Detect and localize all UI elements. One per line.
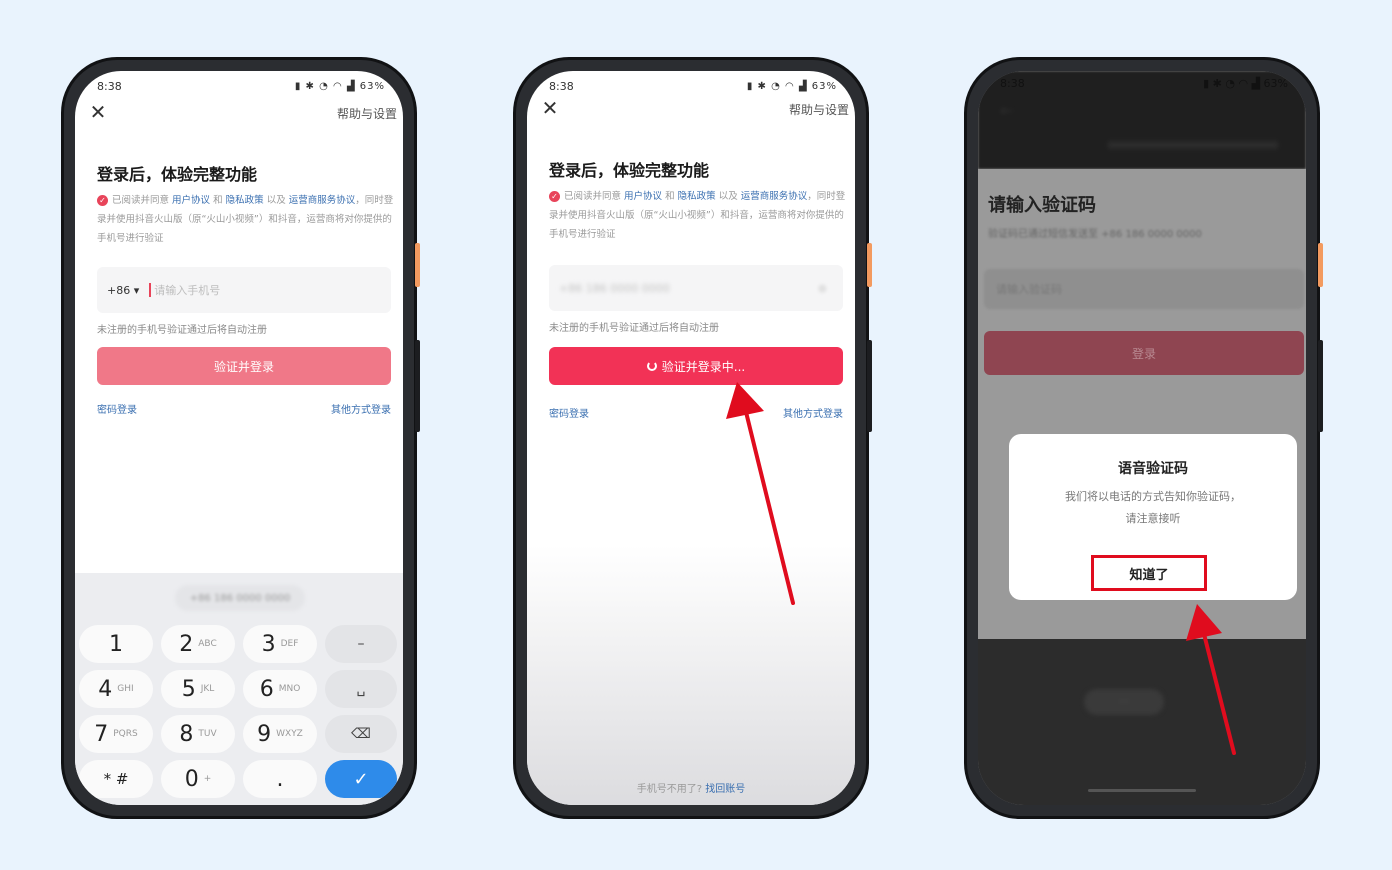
power-button (867, 340, 872, 432)
status-battery: ▮ ✱ ◔ ◠ ▟ 63% (1203, 77, 1288, 90)
key-3[interactable]: 3 DEF (243, 625, 317, 663)
key-5[interactable]: 5 JKL (161, 670, 235, 708)
close-icon[interactable]: ✕ (539, 97, 561, 119)
other-login-link[interactable]: 其他方式登录 (783, 405, 843, 420)
verify-login-button[interactable]: 验证并登录中... (549, 347, 843, 385)
numeric-keyboard: +86 186 0000 0000 1 2 ABC 3 DEF – 4 GHI 5 JK… (75, 573, 403, 805)
key-9[interactable]: 9 WXYZ (243, 715, 317, 753)
volume-button (415, 243, 420, 287)
login-options: 密码登录 其他方式登录 (549, 405, 843, 420)
country-code-select[interactable]: +86 ▾ (107, 284, 139, 297)
key-8[interactable]: 8 TUV (161, 715, 235, 753)
status-battery: ▮ ✱ ◔ ◠ ▟ 63% (746, 80, 837, 92)
keyboard-suggestion[interactable]: +86 186 0000 0000 (175, 585, 305, 611)
home-indicator (1088, 789, 1196, 792)
key-minus[interactable]: – (325, 625, 397, 663)
user-agreement-link[interactable]: 用户协议 (172, 195, 210, 206)
blurred-header-bar (1108, 141, 1278, 149)
page-title: 登录后，体验完整功能 (97, 165, 258, 184)
blurred-header-text: ← (1000, 101, 1014, 120)
login-button[interactable]: 登录 (984, 331, 1304, 375)
power-button (1318, 340, 1323, 432)
screen-fade (527, 545, 855, 805)
dialog-title: 语音验证码 (1118, 461, 1188, 477)
code-input[interactable]: 请输入验证码 (984, 269, 1304, 309)
blurred-pill: ··· (1084, 689, 1164, 715)
agreement-text: ✓ 已阅读并同意 用户协议 和 隐私政策 以及 运营商服务协议，同时登录并使用抖音… (97, 195, 394, 244)
key-2[interactable]: 2 ABC (161, 625, 235, 663)
phone-screen-3: ← 8:38 ▮ ✱ ◔ ◠ ▟ 63% 请输入验证码 验证码已通过短信发送至 … (978, 71, 1306, 805)
volume-button (1318, 243, 1323, 287)
key-6[interactable]: 6 MNO (243, 670, 317, 708)
phone-input[interactable]: +86 186 0000 0000 ⊗ (549, 265, 843, 311)
dialog-message-2: 请注意接听 (1125, 512, 1181, 525)
power-button (415, 340, 420, 432)
page-title: 请输入验证码 (988, 195, 1096, 216)
key-0[interactable]: 0 + (161, 760, 235, 798)
privacy-link[interactable]: 隐私政策 (226, 195, 264, 206)
register-hint: 未注册的手机号验证通过后将自动注册 (549, 323, 719, 334)
check-icon[interactable]: ✓ (97, 195, 108, 206)
password-login-link[interactable]: 密码登录 (97, 401, 137, 416)
page-title: 登录后，体验完整功能 (549, 161, 710, 180)
key-4[interactable]: 4 GHI (79, 670, 153, 708)
dimmed-footer: ··· (978, 639, 1306, 805)
register-hint: 未注册的手机号验证通过后将自动注册 (97, 325, 267, 336)
user-agreement-link[interactable]: 用户协议 (624, 191, 662, 202)
help-settings-link[interactable]: 帮助与设置 (789, 101, 849, 118)
phone-screen-2: 8:38 ▮ ✱ ◔ ◠ ▟ 63% ✕ 帮助与设置 登录后，体验完整功能 ✓ 已… (527, 71, 855, 805)
account-recovery: 手机号不用了? 找回账号 (636, 784, 746, 795)
key-1[interactable]: 1 (79, 625, 153, 663)
status-bar: 8:38 ▮ ✱ ◔ ◠ ▟ 63% (1000, 77, 1288, 95)
keyboard-grid: 1 2 ABC 3 DEF – 4 GHI 5 JKL 6 MNO ␣ 7 PQRS 8 TU… (79, 625, 401, 798)
page-subtitle: 验证码已通过短信发送至 +86 186 0000 0000 (988, 229, 1202, 240)
status-bar: 8:38 ▮ ✱ ◔ ◠ ▟ 63% (97, 77, 385, 95)
volume-button (867, 243, 872, 287)
phone-frame-3: ← 8:38 ▮ ✱ ◔ ◠ ▟ 63% 请输入验证码 验证码已通过短信发送至 … (964, 57, 1323, 819)
status-bar: 8:38 ▮ ✱ ◔ ◠ ▟ 63% (549, 77, 837, 95)
login-options: 密码登录 其他方式登录 (97, 401, 391, 416)
help-settings-link[interactable]: 帮助与设置 (337, 105, 397, 122)
status-time: 8:38 (549, 79, 574, 93)
dialog-message: 我们将以电话的方式告知你验证码， (1065, 490, 1241, 503)
clear-icon[interactable]: ⊗ (818, 282, 827, 295)
status-time: 8:38 (97, 79, 122, 93)
key-star-hash[interactable]: * # (79, 760, 153, 798)
phone-frame-1: 8:38 ▮ ✱ ◔ ◠ ▟ 63% ✕ 帮助与设置 登录后，体验完整功能 ✓ 已… (61, 57, 420, 819)
check-icon[interactable]: ✓ (549, 191, 560, 202)
close-icon[interactable]: ✕ (87, 101, 109, 123)
agreement-text: ✓ 已阅读并同意 用户协议 和 隐私政策 以及 运营商服务协议，同时登录并使用抖音… (549, 191, 846, 240)
password-login-link[interactable]: 密码登录 (549, 405, 589, 420)
carrier-link[interactable]: 运营商服务协议 (289, 195, 356, 206)
verify-login-button[interactable]: 验证并登录 (97, 347, 391, 385)
carrier-link[interactable]: 运营商服务协议 (741, 191, 808, 202)
backspace-key-icon[interactable]: ⌫ (325, 715, 397, 753)
key-dot[interactable]: . (243, 760, 317, 798)
voice-code-dialog: 语音验证码 我们将以电话的方式告知你验证码， 请注意接听 知道了 (1009, 434, 1297, 600)
phone-value: +86 186 0000 0000 (559, 281, 670, 295)
loading-spinner-icon (646, 361, 657, 371)
confirm-key-icon[interactable]: ✓ (325, 760, 397, 798)
privacy-link[interactable]: 隐私政策 (678, 191, 716, 202)
phone-screen-1: 8:38 ▮ ✱ ◔ ◠ ▟ 63% ✕ 帮助与设置 登录后，体验完整功能 ✓ 已… (75, 71, 403, 805)
text-cursor (149, 283, 152, 297)
phone-input[interactable]: +86 ▾ 请输入手机号 (97, 267, 391, 313)
phone-placeholder: 请输入手机号 (154, 284, 221, 297)
status-battery: ▮ ✱ ◔ ◠ ▟ 63% (294, 80, 385, 92)
got-it-button[interactable]: 知道了 (1091, 555, 1207, 591)
recover-account-link[interactable]: 找回账号 (705, 784, 745, 795)
space-key-icon[interactable]: ␣ (325, 670, 397, 708)
phone-frame-2: 8:38 ▮ ✱ ◔ ◠ ▟ 63% ✕ 帮助与设置 登录后，体验完整功能 ✓ 已… (513, 57, 872, 819)
status-time: 8:38 (1000, 77, 1025, 90)
key-7[interactable]: 7 PQRS (79, 715, 153, 753)
other-login-link[interactable]: 其他方式登录 (331, 401, 391, 416)
